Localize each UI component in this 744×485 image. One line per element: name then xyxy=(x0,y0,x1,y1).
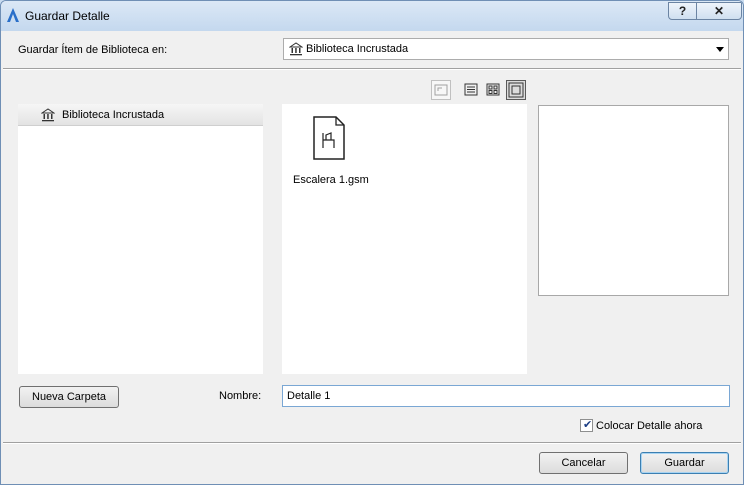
name-label: Nombre: xyxy=(219,390,262,402)
file-list[interactable]: Escalera 1.gsm xyxy=(282,104,527,374)
large-icon-view-icon xyxy=(508,82,524,98)
library-icon xyxy=(41,108,55,122)
window-title: Guardar Detalle xyxy=(25,9,110,23)
grid-view-icon xyxy=(486,83,500,96)
help-button[interactable]: ? xyxy=(668,2,697,20)
save-button[interactable]: Guardar xyxy=(640,452,729,474)
save-location-label: Guardar Ítem de Biblioteca en: xyxy=(18,44,168,56)
up-folder-icon xyxy=(434,84,448,96)
gsm-file-icon xyxy=(313,116,345,160)
save-detail-dialog: Guardar Detalle ? ✕ Guardar Ítem de Bibl… xyxy=(0,0,744,485)
cancel-button[interactable]: Cancelar xyxy=(539,452,628,474)
file-name: Escalera 1.gsm xyxy=(293,174,369,186)
app-icon xyxy=(7,8,19,22)
checkmark-icon: ✔ xyxy=(583,419,593,431)
thumbnail-view-button[interactable] xyxy=(484,80,504,100)
chevron-down-icon[interactable] xyxy=(716,47,724,52)
name-input[interactable] xyxy=(282,385,730,407)
preview-pane xyxy=(538,105,729,296)
close-button[interactable]: ✕ xyxy=(696,2,742,20)
separator xyxy=(3,442,741,444)
list-view-icon xyxy=(464,83,478,96)
up-folder-button[interactable] xyxy=(431,80,451,100)
new-folder-button[interactable]: Nueva Carpeta xyxy=(19,386,119,408)
library-tree[interactable]: Biblioteca Incrustada xyxy=(18,104,263,374)
tree-item-embedded-library[interactable]: Biblioteca Incrustada xyxy=(18,104,263,126)
place-now-label: Colocar Detalle ahora xyxy=(596,420,703,432)
save-location-dropdown[interactable]: Biblioteca Incrustada xyxy=(283,38,729,60)
save-location-value: Biblioteca Incrustada xyxy=(306,43,409,55)
tree-item-label: Biblioteca Incrustada xyxy=(62,109,165,121)
place-now-checkbox[interactable]: ✔ xyxy=(580,419,593,432)
separator xyxy=(3,68,741,70)
dialog-body: Guardar Ítem de Biblioteca en: Bibliotec… xyxy=(3,31,741,482)
list-view-button[interactable] xyxy=(462,80,482,100)
title-bar[interactable]: Guardar Detalle ? ✕ xyxy=(1,1,743,31)
library-icon xyxy=(289,42,303,56)
preview-view-button[interactable] xyxy=(506,80,526,100)
